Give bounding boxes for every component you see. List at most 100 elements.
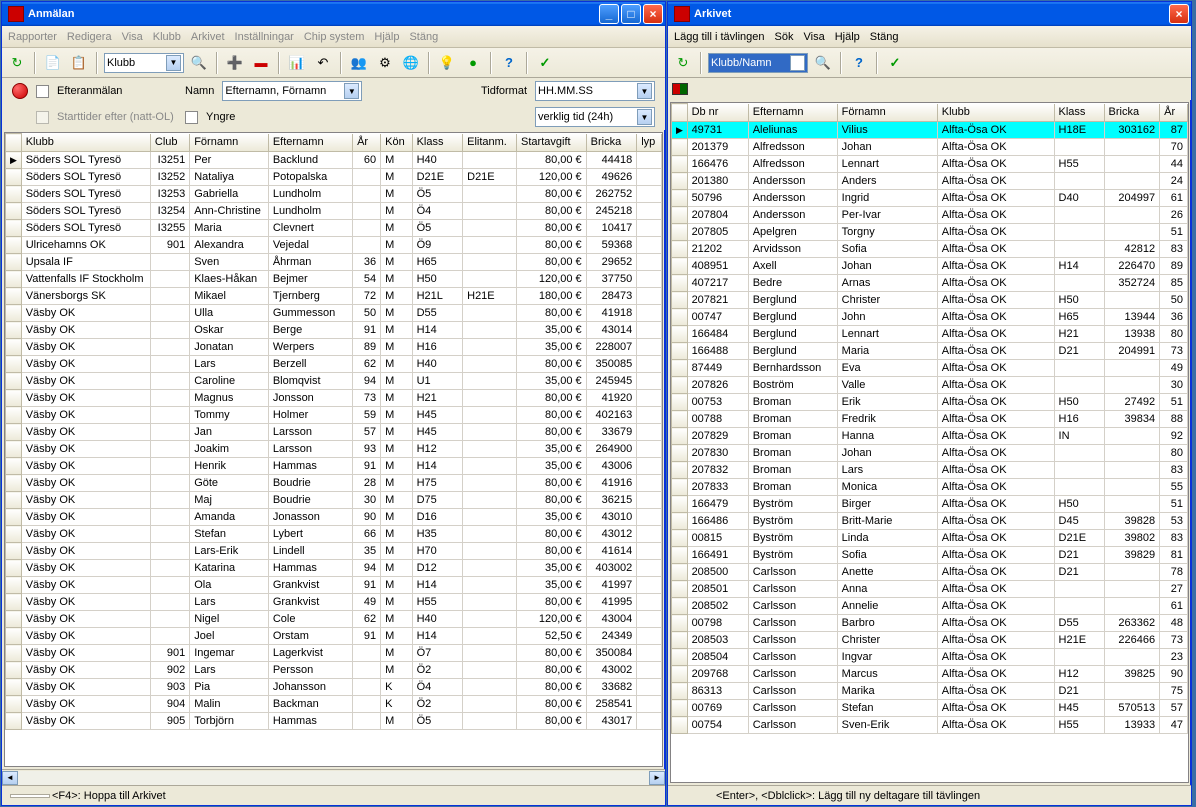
col-header[interactable]: Efternamn (268, 134, 352, 152)
table-row[interactable]: Väsby OKCarolineBlomqvist94MU135,00 €245… (6, 373, 662, 390)
menu-stäng[interactable]: Stäng (409, 31, 438, 43)
table-row[interactable]: Väsby OK902LarsPerssonMÖ280,00 €43002 (6, 662, 662, 679)
table-row[interactable]: Väsby OKMajBoudrie30MD7580,00 €36215 (6, 492, 662, 509)
col-header[interactable]: Bricka (1104, 104, 1160, 122)
table-row[interactable]: 208504CarlssonIngvarAlfta-Ösa OK23 (672, 649, 1188, 666)
table-row[interactable]: Söders SOL TyresöI3252NataliyaPotopalska… (6, 169, 662, 186)
maximize-button[interactable]: □ (621, 4, 641, 24)
menu-klubb[interactable]: Klubb (153, 31, 181, 43)
table-row[interactable]: 207830BromanJohanAlfta-Ösa OK80 (672, 445, 1188, 462)
table-row[interactable]: Väsby OKGöteBoudrie28MH7580,00 €41916 (6, 475, 662, 492)
table-row[interactable]: 21202ArvidssonSofiaAlfta-Ösa OK4281283 (672, 241, 1188, 258)
table-row[interactable]: 00815ByströmLindaAlfta-Ösa OKD21E3980283 (672, 530, 1188, 547)
table-row[interactable]: 00747BerglundJohnAlfta-Ösa OKH651394436 (672, 309, 1188, 326)
table-row[interactable]: 166476AlfredssonLennartAlfta-Ösa OKH5544 (672, 156, 1188, 173)
search-icon[interactable]: 🔍 (188, 52, 210, 74)
col-header[interactable]: Bricka (586, 134, 637, 152)
table-row[interactable]: Väsby OKKatarinaHammas94MD1235,00 €40300… (6, 560, 662, 577)
table-row[interactable]: 00798CarlssonBarbroAlfta-Ösa OKD55263362… (672, 615, 1188, 632)
table-row[interactable]: 209768CarlssonMarcusAlfta-Ösa OKH1239825… (672, 666, 1188, 683)
table-row[interactable]: 208503CarlssonChristerAlfta-Ösa OKH21E22… (672, 632, 1188, 649)
klubb-combo[interactable]: Klubb▼ (104, 53, 184, 73)
table-row[interactable]: 166479ByströmBirgerAlfta-Ösa OKH5051 (672, 496, 1188, 513)
col-header[interactable]: Klubb (21, 134, 150, 152)
col-header[interactable] (672, 104, 688, 122)
col-header[interactable] (6, 134, 22, 152)
table-row[interactable]: 208500CarlssonAnetteAlfta-Ösa OKD2178 (672, 564, 1188, 581)
table-row[interactable]: 207821BerglundChristerAlfta-Ösa OKH5050 (672, 292, 1188, 309)
check-icon[interactable]: ✓ (534, 52, 556, 74)
menu-hjälp[interactable]: Hjälp (835, 31, 860, 43)
table-row[interactable]: Ulricehamns OK901AlexandraVejedalMÖ980,0… (6, 237, 662, 254)
table-row[interactable]: Väsby OKJoelOrstam91MH1452,50 €24349 (6, 628, 662, 645)
table-row[interactable]: 86313CarlssonMarikaAlfta-Ösa OKD2175 (672, 683, 1188, 700)
refresh-icon[interactable]: ↻ (672, 52, 694, 74)
chart-icon[interactable]: 📊 (286, 52, 308, 74)
table-row[interactable]: 207805ApelgrenTorgnyAlfta-Ösa OK51 (672, 224, 1188, 241)
table-row[interactable]: 166491ByströmSofiaAlfta-Ösa OKD213982981 (672, 547, 1188, 564)
table-row[interactable]: 166488BerglundMariaAlfta-Ösa OKD21204991… (672, 343, 1188, 360)
table-row[interactable]: Väsby OK904MalinBackmanKÖ280,00 €258541 (6, 696, 662, 713)
table-row[interactable]: 00753BromanErikAlfta-Ösa OKH502749251 (672, 394, 1188, 411)
table-row[interactable]: Väsby OK905TorbjörnHammasMÖ580,00 €43017 (6, 713, 662, 730)
help-icon[interactable]: ? (498, 52, 520, 74)
col-header[interactable]: Efternamn (748, 104, 837, 122)
efteranmalan-checkbox[interactable] (36, 85, 49, 98)
menu-lägg till i tävlingen[interactable]: Lägg till i tävlingen (674, 31, 765, 43)
close-button[interactable]: × (643, 4, 663, 24)
table-row[interactable]: 00754CarlssonSven-ErikAlfta-Ösa OKH55139… (672, 717, 1188, 734)
close-button[interactable]: × (1169, 4, 1189, 24)
table-row[interactable]: 407217BedreArnasAlfta-Ösa OK35272485 (672, 275, 1188, 292)
green-dot-icon[interactable]: ● (462, 52, 484, 74)
table-row[interactable]: Söders SOL TyresöI3253GabriellaLundholmM… (6, 186, 662, 203)
delete-icon[interactable]: ▬ (250, 52, 272, 74)
hscrollbar-left[interactable]: ◄► (2, 769, 665, 785)
table-row[interactable]: 166484BerglundLennartAlfta-Ösa OKH211393… (672, 326, 1188, 343)
table-row[interactable]: Väsby OKLars-ErikLindell35MH7080,00 €416… (6, 543, 662, 560)
col-header[interactable]: Klass (1054, 104, 1104, 122)
table-row[interactable]: Upsala IFSvenÅhrman36MH6580,00 €29652 (6, 254, 662, 271)
table-row[interactable]: 87449BernhardssonEvaAlfta-Ösa OK49 (672, 360, 1188, 377)
search-icon[interactable]: 🔍 (812, 52, 834, 74)
table-row[interactable]: 00788BromanFredrikAlfta-Ösa OKH163983488 (672, 411, 1188, 428)
table-row[interactable]: 207832BromanLarsAlfta-Ösa OK83 (672, 462, 1188, 479)
col-header[interactable]: Kön (381, 134, 412, 152)
undo-icon[interactable]: ↶ (312, 52, 334, 74)
table-row[interactable]: Väsby OKMagnusJonsson73MH2180,00 €41920 (6, 390, 662, 407)
table-row[interactable]: Väsby OK903PiaJohanssonKÖ480,00 €33682 (6, 679, 662, 696)
table-row[interactable]: 208501CarlssonAnnaAlfta-Ösa OK27 (672, 581, 1188, 598)
arkivet-grid[interactable]: Db nrEfternamnFörnamnKlubbKlassBrickaÅr▶… (670, 102, 1189, 783)
table-row[interactable]: Väsby OKLarsBerzell62MH4080,00 €350085 (6, 356, 662, 373)
table-row[interactable]: 207804AnderssonPer-IvarAlfta-Ösa OK26 (672, 207, 1188, 224)
menu-chip system[interactable]: Chip system (304, 31, 365, 43)
refresh-icon[interactable]: ↻ (6, 52, 28, 74)
table-row[interactable]: 207829BromanHannaAlfta-Ösa OKIN92 (672, 428, 1188, 445)
col-header[interactable]: lyp (637, 134, 662, 152)
col-header[interactable]: Elitanm. (463, 134, 517, 152)
klubbnamn-combo[interactable]: Klubb/Namn▼ (708, 53, 808, 73)
flag-icon[interactable] (672, 83, 688, 95)
table-row[interactable]: 408951AxellJohanAlfta-Ösa OKH1422647089 (672, 258, 1188, 275)
table-row[interactable]: ▶49731AleliunasViliusAlfta-Ösa OKH18E303… (672, 122, 1188, 139)
table-row[interactable]: Väsby OKJoakimLarsson93MH1235,00 €264900 (6, 441, 662, 458)
verklig-combo[interactable]: verklig tid (24h)▼ (535, 107, 655, 127)
tidformat-combo[interactable]: HH.MM.SS▼ (535, 81, 655, 101)
table-row[interactable]: Vänersborgs SKMikaelTjernberg72MH21LH21E… (6, 288, 662, 305)
paste-icon[interactable]: 📋 (68, 52, 90, 74)
table-row[interactable]: 201380AnderssonAndersAlfta-Ösa OK24 (672, 173, 1188, 190)
col-header[interactable]: År (353, 134, 381, 152)
col-header[interactable]: Förnamn (190, 134, 269, 152)
menu-arkivet[interactable]: Arkivet (191, 31, 225, 43)
table-row[interactable]: Väsby OKJonatanWerpers89MH1635,00 €22800… (6, 339, 662, 356)
table-row[interactable]: Väsby OK901IngemarLagerkvistMÖ780,00 €35… (6, 645, 662, 662)
col-header[interactable]: Klubb (937, 104, 1054, 122)
menu-inställningar[interactable]: Inställningar (235, 31, 294, 43)
gear-icon[interactable]: ⚙ (374, 52, 396, 74)
table-row[interactable]: Väsby OKOskarBerge91MH1435,00 €43014 (6, 322, 662, 339)
light-icon[interactable]: 💡 (436, 52, 458, 74)
anmalan-grid[interactable]: KlubbClubFörnamnEfternamnÅrKönKlassElita… (4, 132, 663, 767)
table-row[interactable]: Väsby OKHenrikHammas91MH1435,00 €43006 (6, 458, 662, 475)
titlebar-left[interactable]: Anmälan _ □ × (2, 2, 665, 26)
table-row[interactable]: Väsby OKLarsGrankvist49MH5580,00 €41995 (6, 594, 662, 611)
check-icon[interactable]: ✓ (884, 52, 906, 74)
